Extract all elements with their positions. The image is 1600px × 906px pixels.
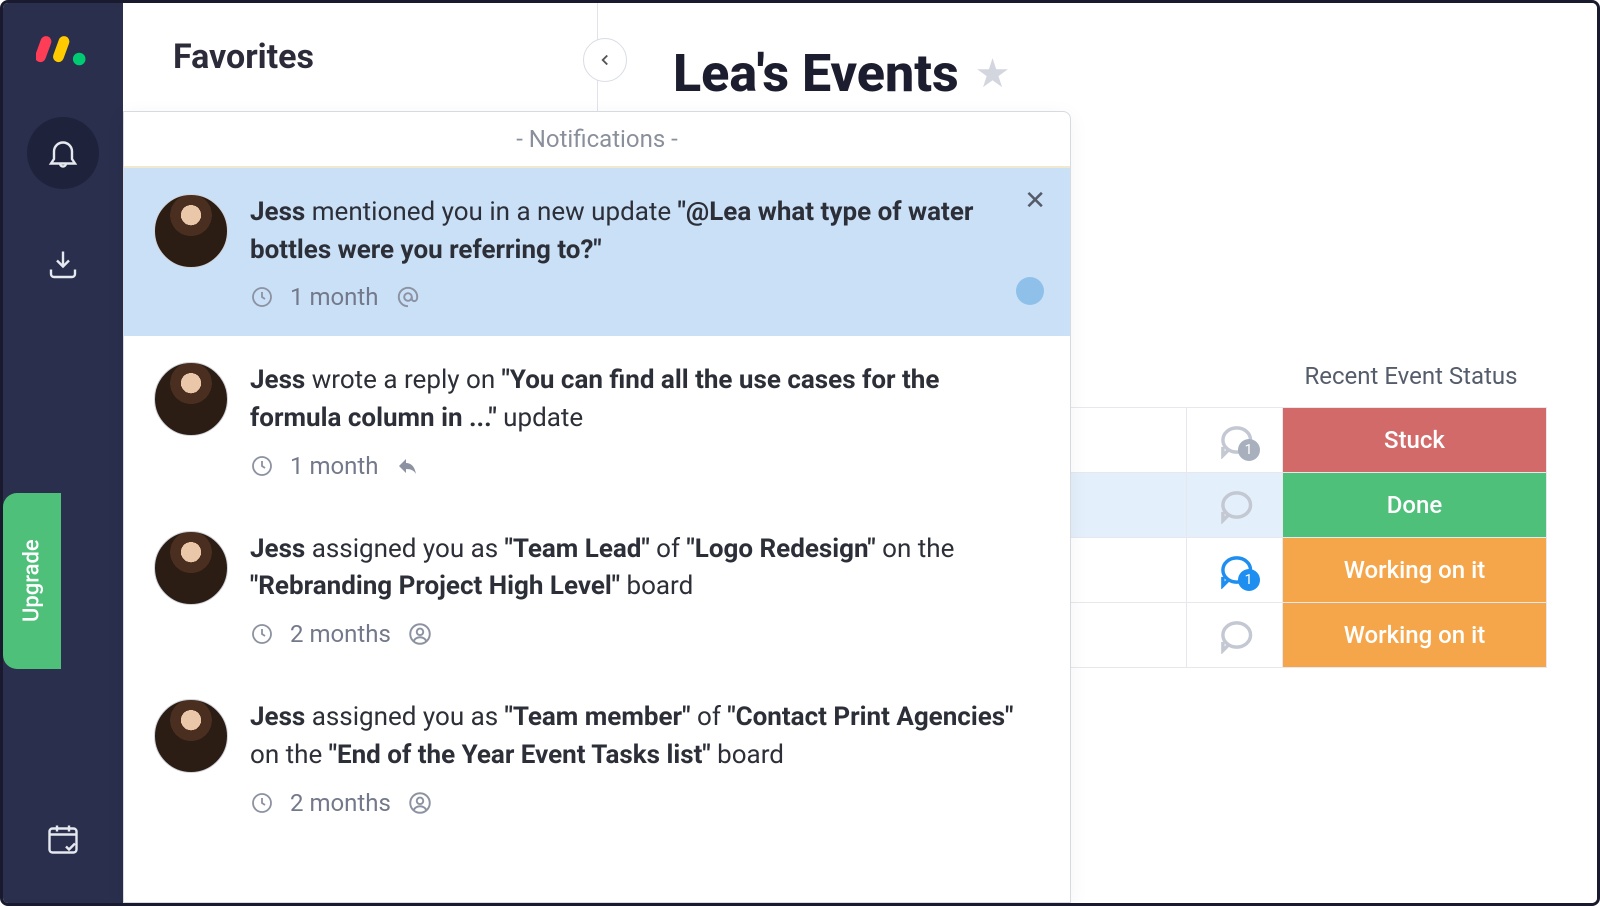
chat-count-badge: 1 bbox=[1238, 569, 1260, 591]
person-icon bbox=[407, 621, 433, 647]
chat-count-badge: 1 bbox=[1238, 439, 1260, 461]
notification-meta: 1 month bbox=[250, 283, 1036, 311]
notification-meta: 1 month bbox=[250, 452, 1036, 480]
notification-time: 2 months bbox=[290, 620, 391, 648]
chat-cell[interactable] bbox=[1186, 473, 1282, 537]
notification-text: Jess mentioned you in a new update "@Lea… bbox=[250, 194, 1036, 269]
at-icon bbox=[395, 284, 421, 310]
inbox-nav[interactable] bbox=[27, 229, 99, 301]
status-cell[interactable]: Working on it bbox=[1282, 603, 1546, 667]
person-icon bbox=[407, 790, 433, 816]
favorite-star-icon[interactable]: ★ bbox=[975, 50, 1011, 97]
avatar[interactable] bbox=[154, 699, 228, 773]
clock-icon bbox=[250, 285, 274, 309]
notification-time: 1 month bbox=[290, 283, 379, 311]
notification-item[interactable]: Jess mentioned you in a new update "@Lea… bbox=[124, 168, 1070, 336]
left-rail: Upgrade bbox=[3, 3, 123, 903]
status-cell[interactable]: Working on it bbox=[1282, 538, 1546, 602]
collapse-sidebar-button[interactable] bbox=[583, 38, 627, 82]
reply-icon bbox=[395, 454, 421, 478]
clock-icon bbox=[250, 454, 274, 478]
board-title: Lea's Events bbox=[673, 43, 959, 104]
chat-icon bbox=[1214, 616, 1256, 654]
status-cell[interactable]: Done bbox=[1282, 473, 1546, 537]
status-cell[interactable]: Stuck bbox=[1282, 408, 1546, 472]
notification-time: 2 months bbox=[290, 789, 391, 817]
chat-icon: 1 bbox=[1214, 551, 1256, 589]
notification-meta: 2 months bbox=[250, 789, 1036, 817]
chat-cell[interactable]: 1 bbox=[1186, 408, 1282, 472]
main-area: Favorites Lea's Events ★ ning this year.… bbox=[123, 3, 1597, 903]
notifications-list: Jess mentioned you in a new update "@Lea… bbox=[124, 168, 1070, 902]
notifications-nav[interactable] bbox=[27, 117, 99, 189]
chat-icon bbox=[1214, 486, 1256, 524]
notification-text: Jess assigned you as "Team Lead" of "Log… bbox=[250, 531, 1036, 606]
notification-item[interactable]: Jess assigned you as "Team Lead" of "Log… bbox=[124, 505, 1070, 673]
notification-meta: 2 months bbox=[250, 620, 1036, 648]
calendar-nav[interactable] bbox=[27, 803, 99, 875]
notification-text: Jess assigned you as "Team member" of "C… bbox=[250, 699, 1036, 774]
avatar[interactable] bbox=[154, 531, 228, 605]
clock-icon bbox=[250, 622, 274, 646]
chat-cell[interactable]: 1 bbox=[1186, 538, 1282, 602]
notification-time: 1 month bbox=[290, 452, 379, 480]
upgrade-button[interactable]: Upgrade bbox=[3, 493, 61, 669]
favorites-title: Favorites bbox=[173, 37, 314, 77]
notifications-header: - Notifications - bbox=[124, 112, 1070, 168]
notification-text: Jess wrote a reply on "You can find all … bbox=[250, 362, 1036, 437]
avatar[interactable] bbox=[154, 362, 228, 436]
app-logo[interactable] bbox=[36, 23, 90, 77]
dismiss-notification-button[interactable]: ✕ bbox=[1024, 186, 1046, 216]
clock-icon bbox=[250, 791, 274, 815]
notification-item[interactable]: Jess assigned you as "Team member" of "C… bbox=[124, 673, 1070, 841]
notifications-panel: - Notifications - Jess mentioned you in … bbox=[123, 111, 1071, 903]
unread-indicator bbox=[1016, 277, 1044, 305]
chat-icon: 1 bbox=[1214, 421, 1256, 459]
notification-item[interactable]: Jess wrote a reply on "You can find all … bbox=[124, 336, 1070, 504]
column-header-status: Recent Event Status bbox=[1283, 362, 1547, 390]
chat-cell[interactable] bbox=[1186, 603, 1282, 667]
avatar[interactable] bbox=[154, 194, 228, 268]
